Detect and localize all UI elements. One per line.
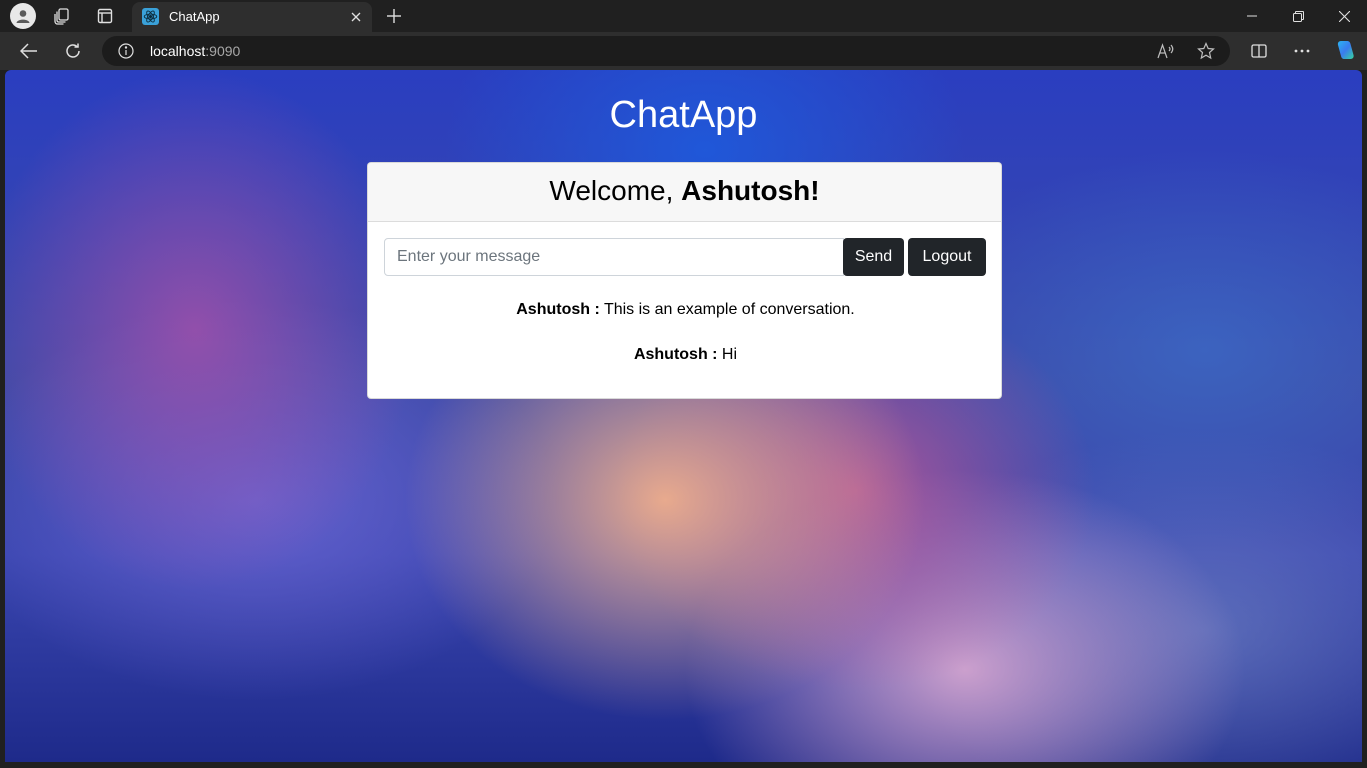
message-input[interactable] xyxy=(384,238,844,276)
split-screen-icon[interactable] xyxy=(1244,37,1274,65)
window-close-icon[interactable] xyxy=(1321,0,1367,32)
minimize-icon[interactable] xyxy=(1229,0,1275,32)
message-input-row: Send Logout xyxy=(384,238,986,276)
chat-card: Welcome, Ashutosh! Send Logout Ashutosh … xyxy=(367,162,1002,399)
message-sender: Ashutosh : xyxy=(633,346,718,363)
read-aloud-icon[interactable] xyxy=(1154,40,1178,62)
info-icon[interactable] xyxy=(118,43,134,59)
logout-button[interactable]: Logout xyxy=(908,238,986,276)
restore-icon[interactable] xyxy=(1275,0,1321,32)
message-item: Ashutosh : Hi xyxy=(368,346,1001,391)
app-title: ChatApp xyxy=(609,94,758,136)
message-sender: Ashutosh : xyxy=(516,301,600,318)
close-icon[interactable] xyxy=(346,7,366,27)
profile-icon[interactable] xyxy=(10,3,36,29)
browser-titlebar: ChatApp xyxy=(0,0,1367,32)
address-bar[interactable]: localhost:9090 xyxy=(102,36,1230,66)
back-icon[interactable] xyxy=(14,37,44,65)
more-icon[interactable] xyxy=(1287,37,1317,65)
welcome-prefix: Welcome, xyxy=(549,175,682,206)
message-item: Ashutosh : This is an example of convers… xyxy=(368,301,1001,346)
message-text: Hi xyxy=(717,346,738,363)
react-icon xyxy=(142,8,159,25)
favorite-icon[interactable] xyxy=(1194,40,1218,62)
welcome-header: Welcome, Ashutosh! xyxy=(368,163,1001,222)
send-button[interactable]: Send xyxy=(843,238,904,276)
tab-chatapp[interactable]: ChatApp xyxy=(132,2,372,32)
username: Ashutosh! xyxy=(681,175,820,206)
message-list: Ashutosh : This is an example of convers… xyxy=(368,301,1001,391)
url-text: localhost:9090 xyxy=(150,43,241,59)
new-tab-icon[interactable] xyxy=(382,4,406,28)
browser-toolbar: localhost:9090 xyxy=(0,32,1367,70)
page-viewport: ChatApp Welcome, Ashutosh! Send Logout A… xyxy=(5,70,1362,762)
workspaces-icon[interactable] xyxy=(50,4,74,28)
refresh-icon[interactable] xyxy=(58,37,88,65)
copilot-icon[interactable] xyxy=(1330,37,1360,65)
tab-actions-icon[interactable] xyxy=(93,4,117,28)
tab-title: ChatApp xyxy=(169,9,220,24)
message-text: This is an example of conversation. xyxy=(599,301,855,318)
